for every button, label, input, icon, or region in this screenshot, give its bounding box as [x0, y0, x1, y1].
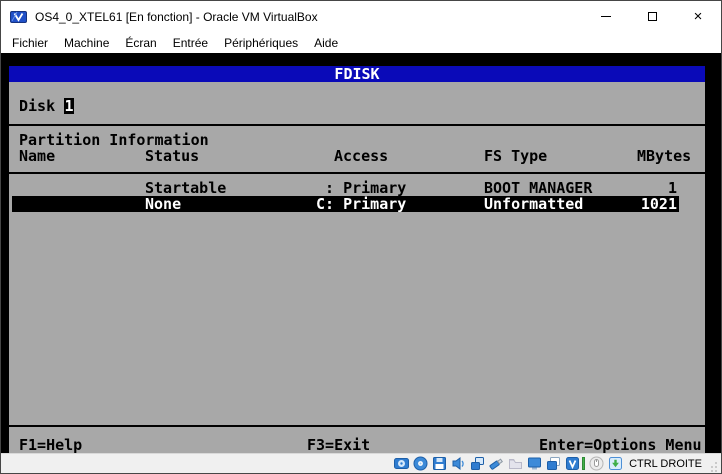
partition-info-heading-row: Partition Information — [9, 132, 705, 148]
partition-access: : Primary — [316, 180, 406, 196]
vm-display[interactable]: FDISK Disk 1 Partition Information Name … — [1, 53, 721, 453]
col-header-name: Name — [19, 148, 55, 164]
maximize-icon — [648, 12, 657, 21]
disk-number-selected[interactable]: 1 — [64, 98, 74, 114]
fdisk-screen: FDISK Disk 1 Partition Information Name … — [9, 66, 705, 453]
close-button[interactable]: × — [675, 1, 721, 32]
virtualbox-logo-icon — [10, 9, 27, 25]
optical-disk-icon[interactable] — [412, 456, 428, 472]
menu-machine[interactable]: Machine — [56, 34, 117, 52]
window-controls: × — [583, 1, 721, 32]
shared-folders-icon[interactable] — [507, 456, 523, 472]
col-header-mbytes: MBytes — [637, 148, 691, 164]
fdisk-title-bar: FDISK — [9, 66, 705, 82]
virtualization-icon[interactable] — [564, 456, 580, 472]
partition-info-heading: Partition Information — [19, 132, 209, 148]
minimize-icon — [601, 16, 611, 17]
virtualbox-window: OS4_0_XTEL61 [En fonction] - Oracle VM V… — [0, 0, 722, 474]
partition-status: Startable — [145, 180, 226, 196]
disk-label: Disk — [19, 98, 55, 114]
hard-disk-icon[interactable] — [393, 456, 409, 472]
host-key-label: CTRL DROITE — [629, 458, 702, 470]
maximize-button[interactable] — [629, 1, 675, 32]
usb-icon[interactable] — [488, 456, 504, 472]
mouse-icon[interactable] — [588, 456, 604, 472]
audio-icon[interactable] — [450, 456, 466, 472]
menu-fichier[interactable]: Fichier — [4, 34, 56, 52]
menu-peripheriques[interactable]: Périphériques — [216, 34, 306, 52]
virtualization-activity-bar — [582, 457, 585, 470]
partition-row-boot-manager[interactable]: Startable : Primary BOOT MANAGER 1 — [9, 180, 705, 196]
menu-ecran[interactable]: Écran — [117, 34, 164, 52]
window-title: OS4_0_XTEL61 [En fonction] - Oracle VM V… — [35, 10, 318, 24]
partition-access: C: Primary — [316, 196, 406, 212]
col-header-access: Access — [334, 148, 388, 164]
separator-line — [9, 124, 705, 126]
partition-mbytes: 1021 — [569, 196, 677, 212]
partition-status: None — [145, 196, 181, 212]
separator-line — [9, 425, 705, 427]
menu-aide[interactable]: Aide — [306, 34, 346, 52]
status-bar: CTRL DROITE — [1, 453, 721, 473]
menu-entree[interactable]: Entrée — [165, 34, 216, 52]
table-header-row: Name Status Access FS Type MBytes — [9, 148, 705, 164]
keyboard-icon[interactable] — [607, 456, 623, 472]
col-header-status: Status — [145, 148, 199, 164]
separator-line — [9, 172, 705, 174]
floppy-icon[interactable] — [431, 456, 447, 472]
resize-grip[interactable] — [708, 459, 718, 473]
col-header-fs-type: FS Type — [484, 148, 547, 164]
f1-help-label: F1=Help — [19, 437, 82, 453]
enter-options-label: Enter=Options Menu — [539, 437, 702, 453]
partition-row-selected[interactable]: None C: Primary Unformatted 1021 — [9, 196, 705, 212]
partition-mbytes: 1 — [569, 180, 677, 196]
title-bar[interactable]: OS4_0_XTEL61 [En fonction] - Oracle VM V… — [1, 1, 721, 33]
display-icon[interactable] — [526, 456, 542, 472]
f3-exit-label: F3=Exit — [307, 437, 370, 453]
menu-bar: Fichier Machine Écran Entrée Périphériqu… — [1, 33, 721, 53]
function-key-row: F1=Help F3=Exit Enter=Options Menu — [9, 437, 705, 453]
minimize-button[interactable] — [583, 1, 629, 32]
disk-selector-row[interactable]: Disk 1 — [9, 98, 705, 114]
network-icon[interactable] — [469, 456, 485, 472]
recording-icon[interactable] — [545, 456, 561, 472]
